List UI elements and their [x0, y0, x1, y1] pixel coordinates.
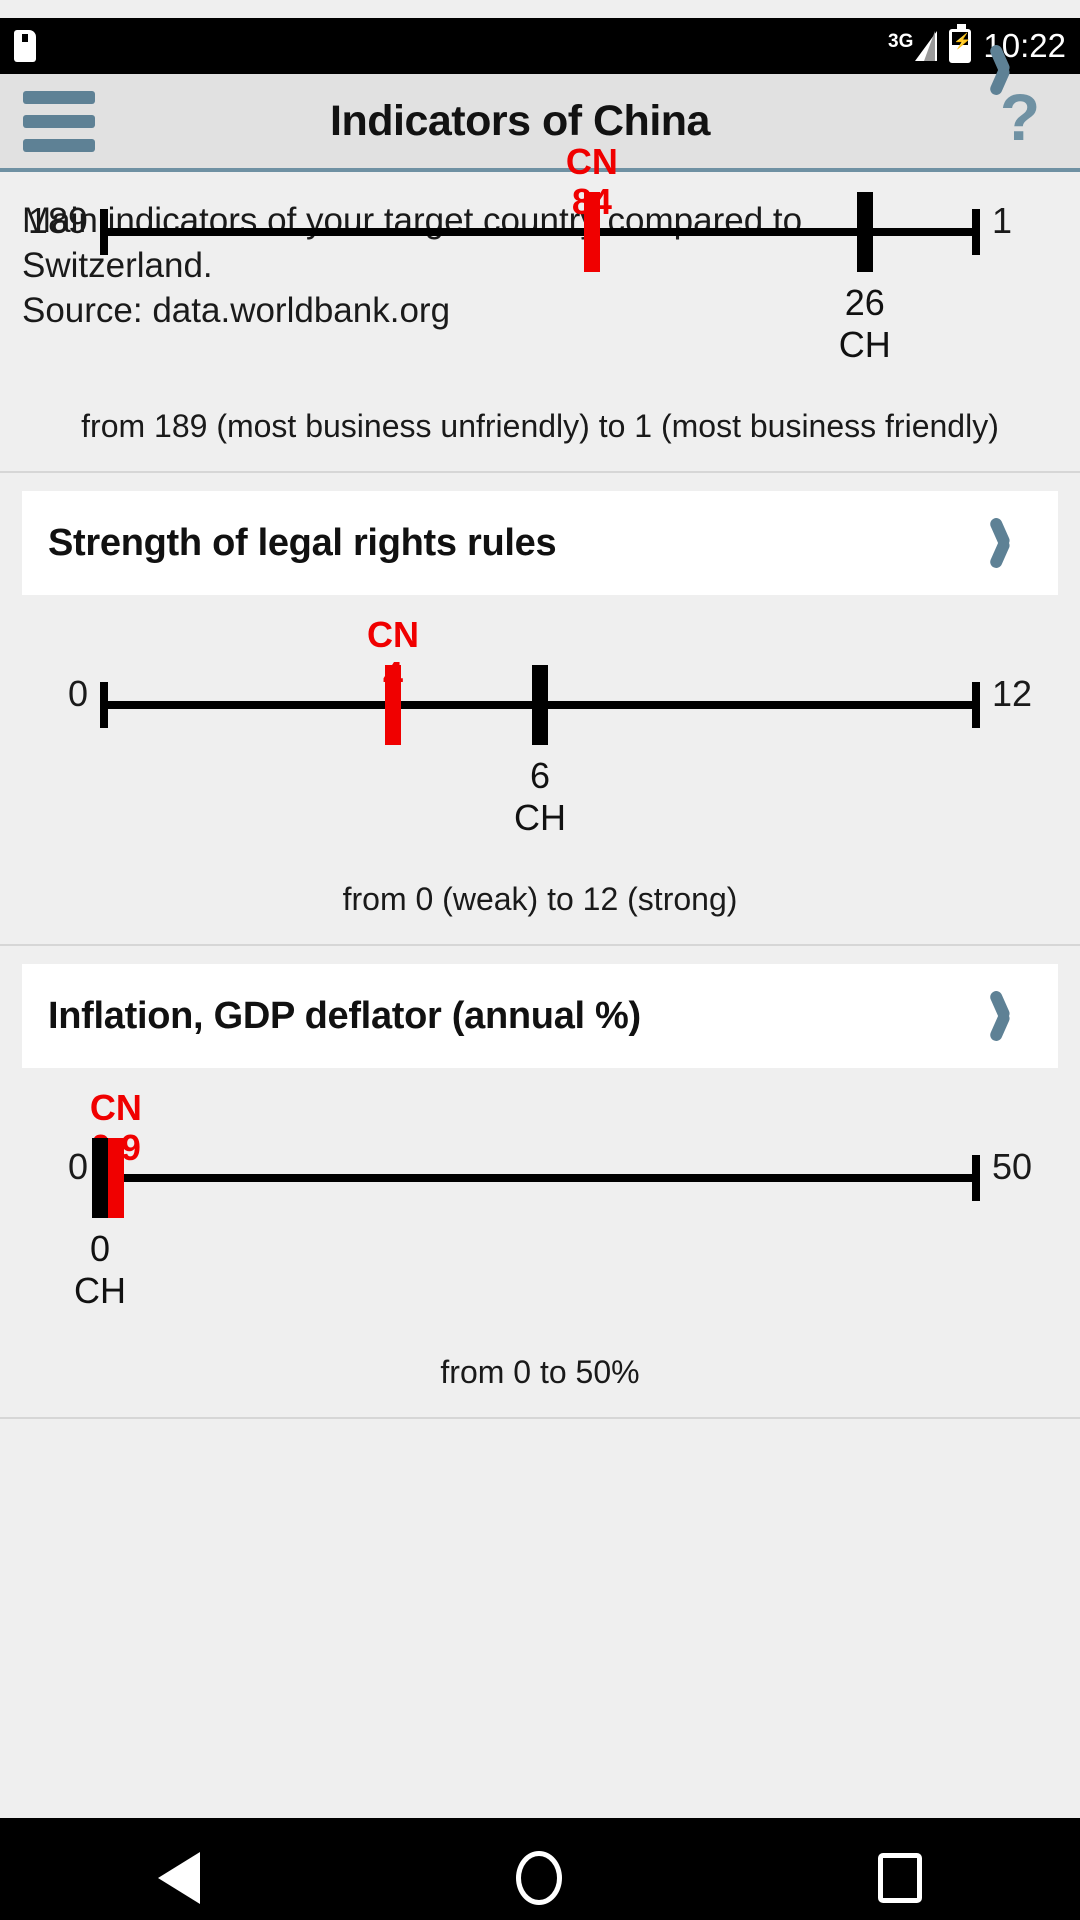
axis-line: [100, 1174, 980, 1182]
back-triangle-icon[interactable]: [158, 1852, 200, 1904]
android-nav-bar: [0, 1818, 1080, 1920]
signal-triangle-icon: [915, 31, 938, 61]
home-circle-icon[interactable]: [516, 1851, 562, 1905]
axis-min-label: 0: [67, 1146, 88, 1187]
ch-value: 6: [529, 755, 551, 796]
axis-endcap-max: [972, 682, 980, 728]
indicator-card-header[interactable]: Strength of legal rights rules: [22, 491, 1058, 595]
indicator-section: Strength of legal rights rules 0 12 CN 4 6 CH f…: [0, 491, 1080, 946]
section-divider: [0, 944, 1080, 946]
axis-max-label: 12: [992, 673, 1033, 714]
hamburger-bar: [23, 90, 95, 104]
marker-ch: [92, 1138, 108, 1218]
hamburger-bar: [23, 114, 95, 128]
cn-country-code: CN: [89, 1087, 142, 1128]
chevron-right-icon[interactable]: [996, 43, 1030, 97]
section-divider: [0, 471, 1080, 473]
chevron-right-icon[interactable]: [996, 989, 1030, 1043]
axis-line: [100, 228, 980, 236]
recents-square-icon[interactable]: [878, 1853, 922, 1903]
section-divider: [0, 1417, 1080, 1419]
signal-bars-icon: 3G: [888, 31, 938, 61]
indicator-section: Inflation, GDP deflator (annual %) 0 50 CN 0…: [0, 964, 1080, 1419]
ch-value: 26: [844, 282, 885, 323]
cn-value: 4: [383, 654, 404, 695]
axis-min-label: 0: [67, 673, 88, 714]
cn-country-code: CN: [367, 614, 420, 655]
status-bar-right: 3G 10:22: [888, 24, 1066, 65]
marker-ch: [532, 665, 548, 745]
sd-card-icon: [14, 30, 36, 62]
cn-country-code: CN: [565, 141, 618, 182]
indicator-caption: from 189 (most business unfriendly) to 1…: [81, 408, 999, 444]
ch-marker-label: 26 CH: [839, 282, 891, 366]
ch-value: 0: [89, 1228, 111, 1269]
indicator-caption: from 0 (weak) to 12 (strong): [342, 881, 738, 917]
chevron-right-icon[interactable]: [996, 516, 1030, 570]
indicator-title: Inflation, GDP deflator (annual %): [48, 994, 641, 1037]
axis-max-label: 50: [992, 1146, 1033, 1187]
cn-marker-label: CN 84: [566, 142, 618, 222]
cn-value: 84: [571, 181, 612, 222]
axis-min-label: 189: [27, 200, 88, 241]
axis-endcap-max: [972, 209, 980, 255]
axis-max-label: 1: [992, 200, 1013, 241]
status-bar: 3G 10:22: [0, 18, 1080, 74]
indicator-card-header[interactable]: Inflation, GDP deflator (annual %): [22, 964, 1058, 1068]
status-bar-left: [14, 30, 36, 62]
network-type-label: 3G: [888, 31, 914, 52]
indicator-title: Strength of legal rights rules: [48, 521, 557, 564]
ch-country-code: CH: [74, 1270, 126, 1311]
indicator-scale-chart: 0 12 CN 4 6 CH: [0, 605, 1080, 855]
ch-marker-label: 6 CH: [514, 755, 566, 839]
scale-axis: 189 1: [0, 200, 1080, 255]
phone-screen: 3G 10:22 Indicators of China ? Main indi…: [0, 18, 1080, 1920]
battery-charging-icon: [949, 24, 972, 63]
ch-marker-label: 0 CH: [74, 1228, 126, 1312]
indicator-sections: Ease of doing business1891CN8426CHfrom 1…: [0, 18, 1080, 1419]
axis-endcap-min: [100, 209, 108, 255]
axis-endcap-min: [100, 682, 108, 728]
scale-axis: 0 50: [0, 1146, 1080, 1201]
marker-ch: [856, 192, 873, 272]
indicator-caption: from 0 to 50%: [440, 1354, 640, 1390]
indicator-scale-chart: 0 50 CN 0.9 0 CH: [0, 1078, 1080, 1328]
ch-country-code: CH: [514, 797, 566, 838]
cn-marker-label: CN 4: [367, 615, 419, 695]
indicator-scale-chart: 189 1 CN 84 26 CH: [0, 132, 1080, 382]
ch-country-code: CH: [838, 324, 891, 365]
axis-endcap-max: [972, 1155, 980, 1201]
